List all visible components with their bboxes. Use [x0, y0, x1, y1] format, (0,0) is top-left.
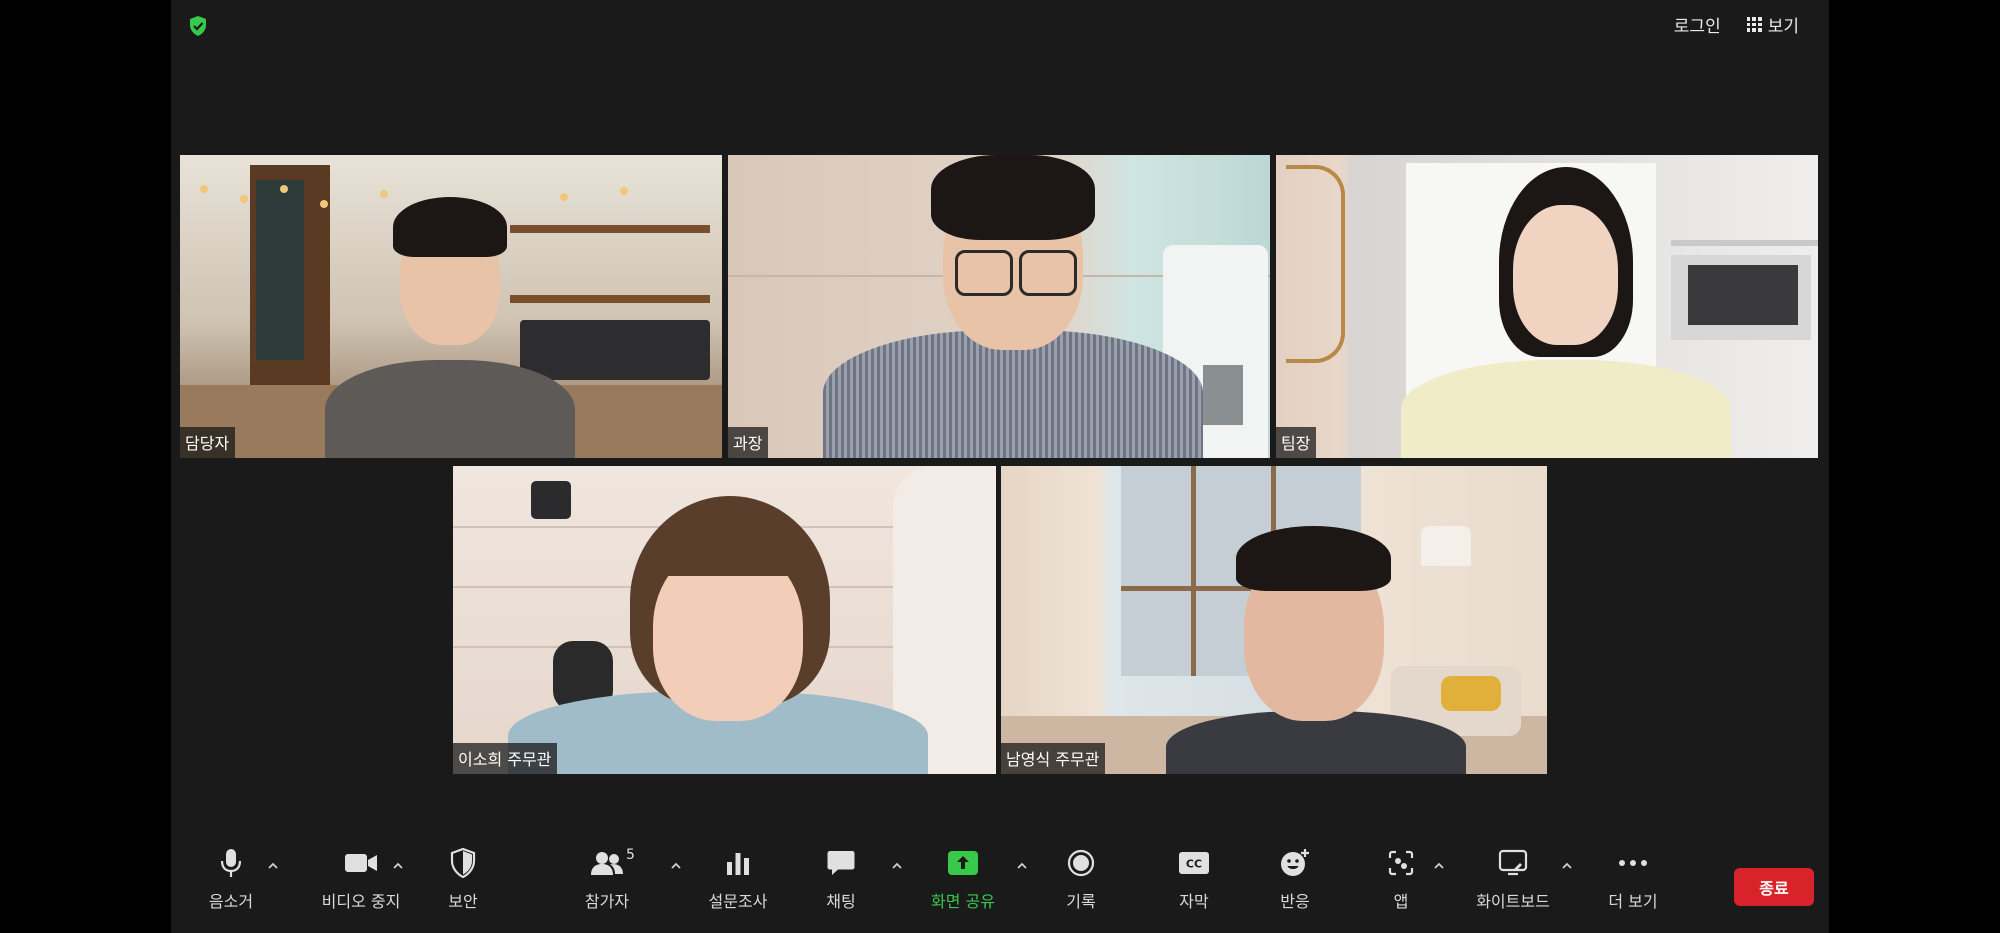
video-tile-participant-1[interactable]: 담당자 [180, 155, 722, 458]
more-label: 더 보기 [1608, 892, 1658, 911]
participant-name-label: 과장 [728, 427, 769, 458]
apps-label: 앱 [1393, 892, 1409, 911]
security-button[interactable]: 보안 [433, 845, 493, 912]
apps-icon [1388, 850, 1414, 876]
login-label: 로그인 [1673, 17, 1721, 37]
grid-view-icon [1746, 17, 1762, 32]
record-label: 기록 [1066, 892, 1096, 911]
video-tile-active-speaker[interactable]: 남영식 주무관 [1001, 466, 1547, 774]
mute-label: 음소거 [208, 892, 254, 911]
participants-icon [591, 852, 623, 875]
view-label: 보기 [1767, 17, 1799, 37]
captions-label: 자막 [1179, 892, 1209, 911]
participants-options-caret-icon[interactable] [670, 861, 682, 871]
closed-captions-icon: CC [1179, 852, 1209, 874]
more-button[interactable]: 더 보기 [1598, 845, 1668, 912]
chat-options-caret-icon[interactable] [891, 861, 903, 871]
participant-name-label: 남영식 주무관 [1001, 743, 1106, 774]
video-tile-participant-4[interactable]: 이소희 주무관 [453, 466, 996, 774]
encryption-shield-icon[interactable] [188, 15, 208, 37]
mute-options-caret-icon[interactable] [267, 861, 279, 871]
emoji-reaction-icon [1281, 849, 1309, 876]
share-screen-arrow-icon [948, 851, 978, 875]
whiteboard-label: 화이트보드 [1476, 892, 1550, 911]
bar-chart-icon [727, 853, 749, 875]
stop-video-label: 비디오 중지 [321, 892, 401, 911]
svg-text:CC: CC [1186, 858, 1202, 871]
login-button[interactable]: 로그인 [1674, 12, 1721, 37]
whiteboard-options-caret-icon[interactable] [1561, 861, 1573, 871]
security-label: 보안 [448, 892, 478, 911]
reactions-label: 반응 [1280, 892, 1310, 911]
security-shield-icon [450, 848, 476, 878]
whiteboard-button[interactable]: 화이트보드 [1468, 845, 1558, 912]
participant-person [823, 155, 1203, 458]
reactions-button[interactable]: 반응 [1265, 845, 1325, 912]
apps-button[interactable]: 앱 [1371, 845, 1431, 912]
video-camera-icon [345, 854, 377, 872]
record-button[interactable]: 기록 [1051, 845, 1111, 912]
participant-name-label: 이소희 주무관 [453, 743, 558, 774]
chat-bubble-icon [827, 851, 855, 875]
participant-person [508, 496, 928, 774]
participant-person [1401, 165, 1731, 458]
top-bar-right: 로그인 보기 [1674, 12, 1799, 37]
share-options-caret-icon[interactable] [1016, 861, 1028, 871]
participants-label: 참가자 [584, 892, 630, 911]
zoom-meeting-window: 로그인 보기 담당자 과장 팀장 이소희 주무관 남영식 주무관 음소거 비디오… [171, 0, 1829, 933]
microphone-icon [220, 849, 242, 877]
participant-name-label: 담당자 [180, 427, 236, 458]
end-meeting-label: 종료 [1759, 879, 1789, 898]
participant-person [1166, 526, 1466, 774]
share-screen-label: 화면 공유 [931, 892, 995, 911]
record-icon [1067, 849, 1095, 877]
video-tile-participant-2[interactable]: 과장 [728, 155, 1270, 458]
end-meeting-button[interactable]: 종료 [1734, 868, 1814, 906]
captions-button[interactable]: CC 자막 [1164, 845, 1224, 912]
apps-options-caret-icon[interactable] [1433, 861, 1445, 871]
participant-name-label: 팀장 [1276, 427, 1317, 458]
chat-label: 채팅 [826, 892, 856, 911]
video-tile-participant-3[interactable]: 팀장 [1276, 155, 1818, 458]
polls-button[interactable]: 설문조사 [698, 845, 778, 912]
polls-label: 설문조사 [708, 892, 768, 911]
whiteboard-icon [1498, 849, 1528, 876]
participant-person [325, 185, 575, 458]
video-options-caret-icon[interactable] [392, 861, 404, 871]
view-button[interactable]: 보기 [1746, 12, 1799, 37]
meeting-toolbar: 음소거 비디오 중지 보안 5 참가자 설문조사 채팅 화면 공유 기록 CC … [171, 845, 1829, 933]
chat-button[interactable]: 채팅 [811, 845, 871, 912]
participants-count-badge: 5 [626, 847, 635, 863]
mute-button[interactable]: 음소거 [191, 845, 271, 912]
more-dots-icon [1619, 860, 1647, 866]
participants-button[interactable]: 5 참가자 [572, 845, 642, 912]
share-screen-button[interactable]: 화면 공유 [918, 845, 1008, 912]
stop-video-button[interactable]: 비디오 중지 [301, 845, 421, 912]
